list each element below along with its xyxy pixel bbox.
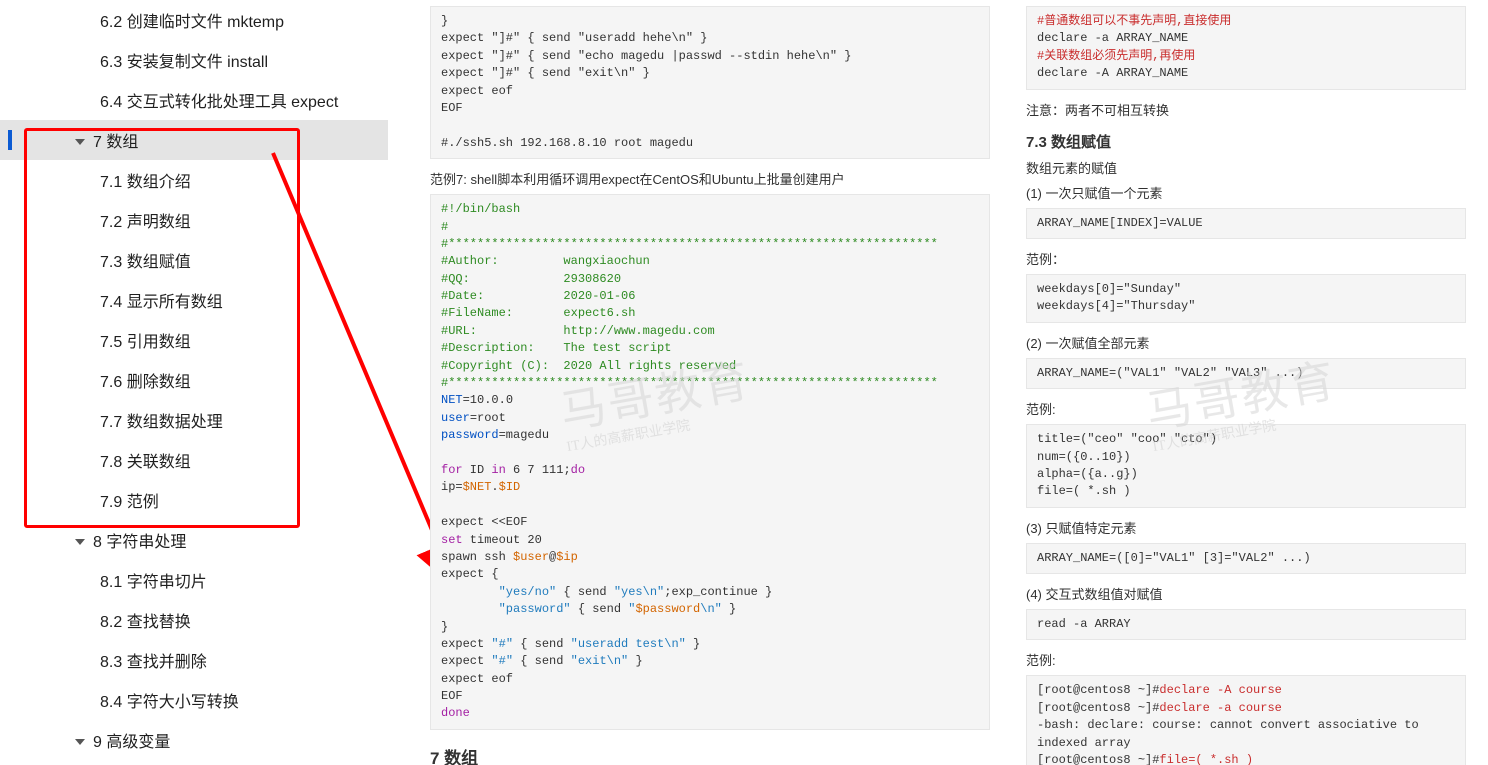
toc-item-7[interactable]: 7.4 显示所有数组	[0, 280, 388, 320]
content-left-column: } expect "]#" { send "useradd hehe\n" } …	[430, 0, 990, 765]
code-spec-assign: ARRAY_NAME=([0]="VAL1" [3]="VAL2" ...)	[1026, 543, 1466, 574]
label-example-2: 范例:	[1026, 399, 1466, 418]
label-example-1: 范例：	[1026, 249, 1466, 268]
example7-caption: 范例7: shell脚本利用循环调用expect在CentOS和Ubuntu上批…	[430, 169, 990, 188]
toc-item-15[interactable]: 8.2 查找替换	[0, 600, 388, 640]
toc-item-5[interactable]: 7.2 声明数组	[0, 200, 388, 240]
toc-item-18[interactable]: 9 高级变量	[0, 720, 388, 760]
content-right-column: #普通数组可以不事先声明,直接使用 declare -a ARRAY_NAME …	[1026, 0, 1466, 765]
heading-7: 7 数组	[430, 744, 990, 765]
para-inter: (4) 交互式数组值对赋值	[1026, 584, 1466, 603]
toc-item-3[interactable]: 7 数组	[0, 120, 388, 160]
heading-7-3: 7.3 数组赋值	[1026, 131, 1466, 152]
toc-item-1[interactable]: 6.3 安装复制文件 install	[0, 40, 388, 80]
toc-item-9[interactable]: 7.6 删除数组	[0, 360, 388, 400]
toc-item-11[interactable]: 7.8 关联数组	[0, 440, 388, 480]
toc-item-0[interactable]: 6.2 创建临时文件 mktemp	[0, 0, 388, 40]
toc-item-12[interactable]: 7.9 范例	[0, 480, 388, 520]
toc-item-10[interactable]: 7.7 数组数据处理	[0, 400, 388, 440]
toc-item-14[interactable]: 8.1 字符串切片	[0, 560, 388, 600]
toc-item-13[interactable]: 8 字符串处理	[0, 520, 388, 560]
toc-sidebar: 6.2 创建临时文件 mktemp6.3 安装复制文件 install6.4 交…	[0, 0, 400, 765]
toc-item-8[interactable]: 7.5 引用数组	[0, 320, 388, 360]
para-elem: 数组元素的赋值	[1026, 158, 1466, 177]
toc-item-6[interactable]: 7.3 数组赋值	[0, 240, 388, 280]
code-title-assign: title=("ceo" "coo" "cto") num=({0..10}) …	[1026, 424, 1466, 508]
code-read: read -a ARRAY	[1026, 609, 1466, 640]
code-index-assign: ARRAY_NAME[INDEX]=VALUE	[1026, 208, 1466, 239]
code-block-expect6: #!/bin/bash # #*************************…	[430, 194, 990, 730]
code-convert-error: [root@centos8 ~]#declare -A course [root…	[1026, 675, 1466, 765]
para-all: (2) 一次赋值全部元素	[1026, 333, 1466, 352]
code-all-assign: ARRAY_NAME=("VAL1" "VAL2" "VAL3" ...)	[1026, 358, 1466, 389]
code-declare: #普通数组可以不事先声明,直接使用 declare -a ARRAY_NAME …	[1026, 6, 1466, 90]
toc-item-2[interactable]: 6.4 交互式转化批处理工具 expect	[0, 80, 388, 120]
para-spec: (3) 只赋值特定元素	[1026, 518, 1466, 537]
code-block-ssh5: } expect "]#" { send "useradd hehe\n" } …	[430, 6, 990, 159]
toc-item-17[interactable]: 8.4 字符大小写转换	[0, 680, 388, 720]
toc-item-4[interactable]: 7.1 数组介绍	[0, 160, 388, 200]
toc-item-16[interactable]: 8.3 查找并删除	[0, 640, 388, 680]
para-once: (1) 一次只赋值一个元素	[1026, 183, 1466, 202]
code-weekdays: weekdays[0]="Sunday" weekdays[4]="Thursd…	[1026, 274, 1466, 323]
note-convert: 注意：两者不可相互转换	[1026, 100, 1466, 119]
label-example-3: 范例:	[1026, 650, 1466, 669]
